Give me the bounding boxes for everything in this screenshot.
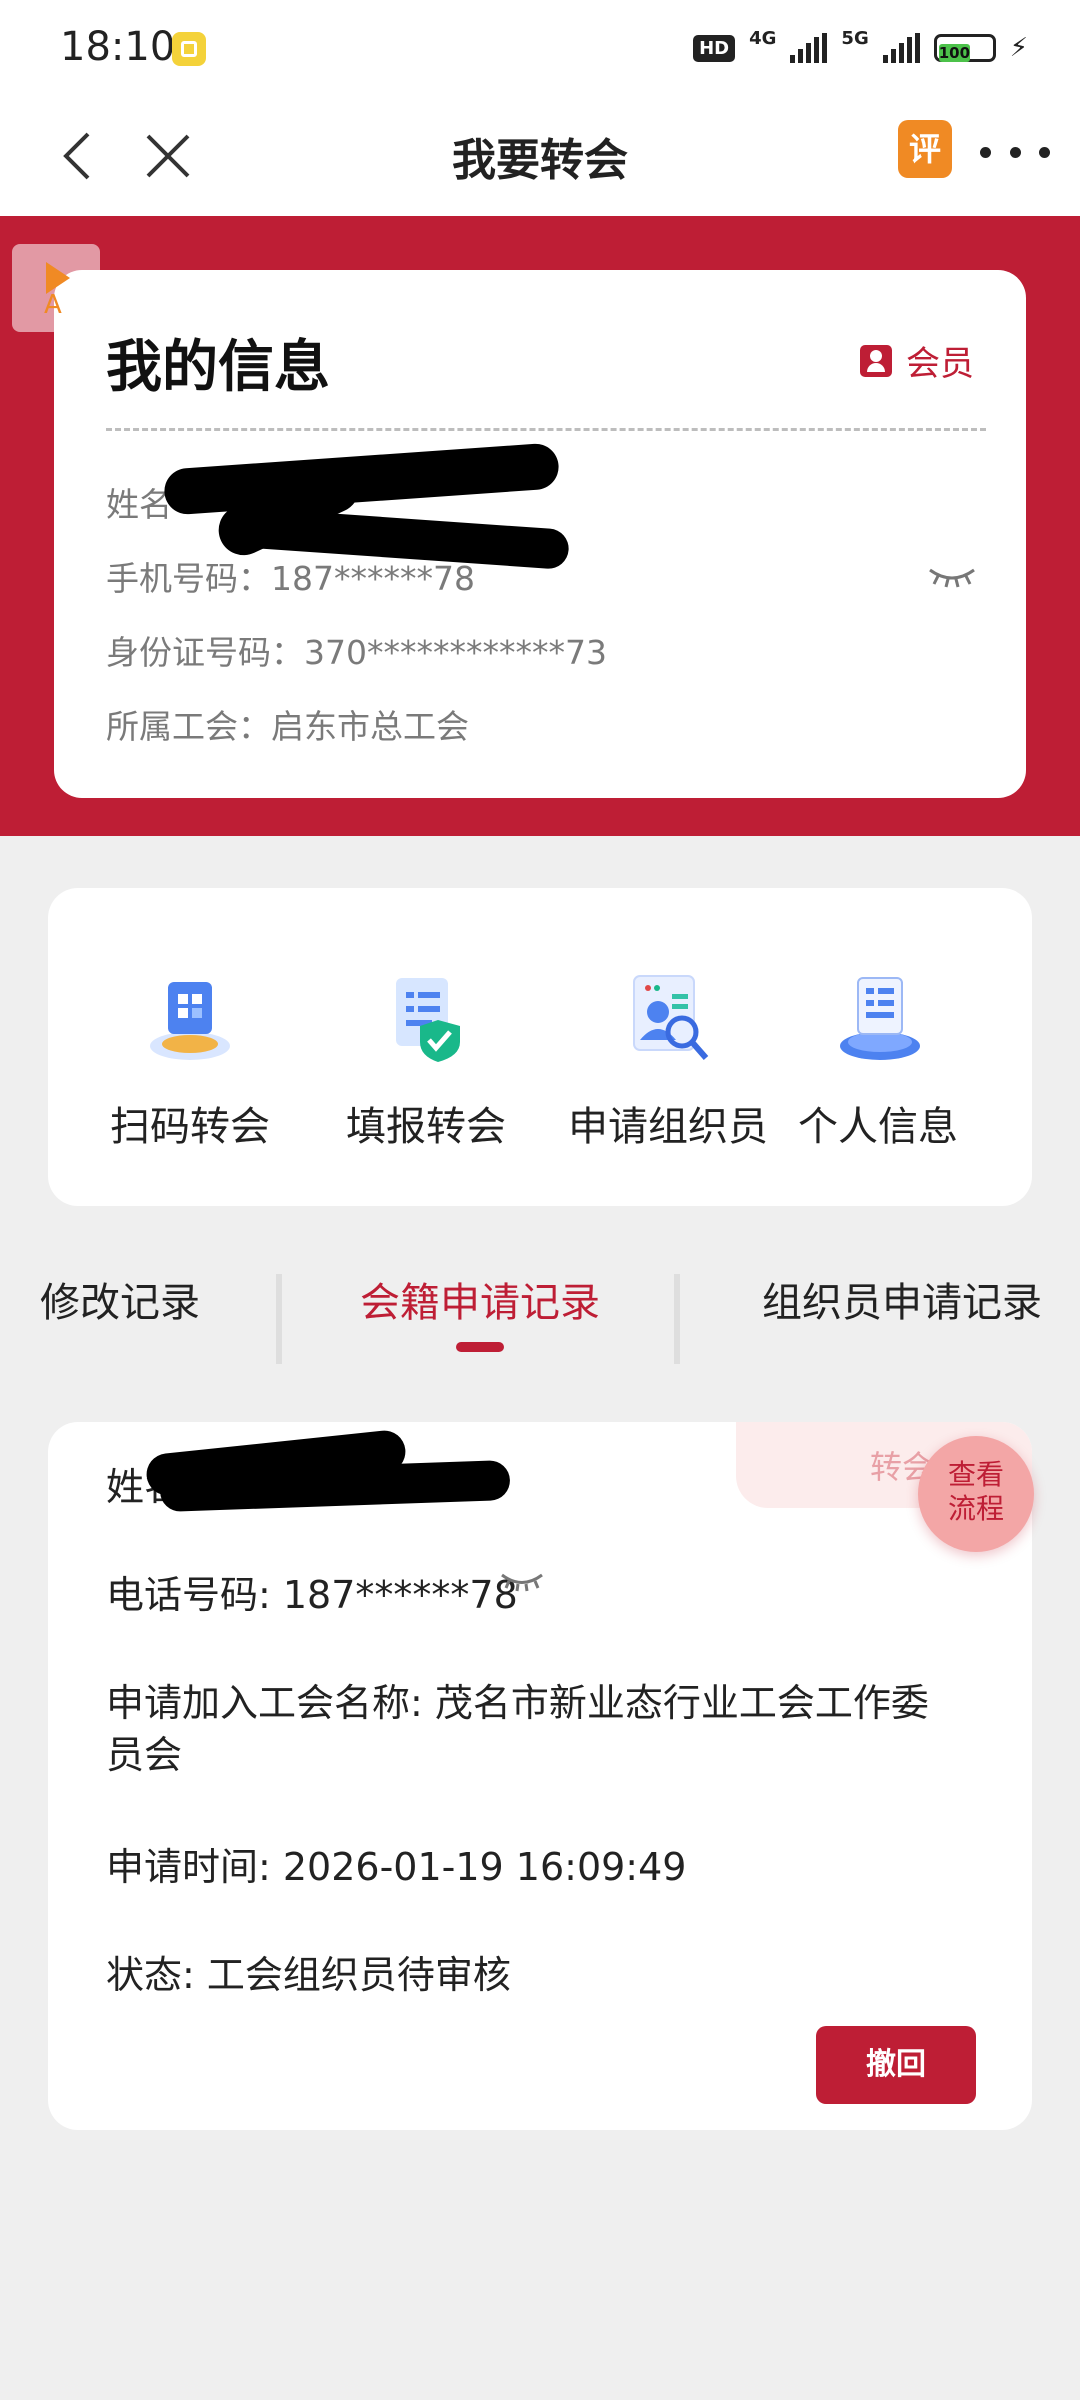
hd-voice-badge: HD [693,34,736,62]
action-personal-info[interactable]: 个人信息 [758,888,998,1206]
apply-organizer-icon [633,975,709,1060]
more-icon[interactable] [980,132,1050,172]
record-apply-time: 申请时间: 2026-01-19 16:09:49 [106,1845,687,1889]
view-flow-button[interactable]: 查看 流程 [918,1436,1034,1552]
revoke-button[interactable]: 撤回 [816,2026,976,2104]
notification-icon [172,32,206,66]
qr-transfer-icon [150,982,230,1060]
action-label: 扫码转会 [110,1104,270,1150]
action-label: 申请组织员 [568,1104,768,1150]
network-type-2: 5G [841,27,869,49]
record-union-name: 申请加入工会名称: 茂名市新业态行业工会工作委 [106,1681,929,1725]
review-icon[interactable]: 评 [898,120,952,178]
assistant-icon: A [44,290,62,320]
battery-level: 100 [938,44,971,62]
action-label: 填报转会 [346,1104,506,1150]
signal-icon-1 [790,33,828,63]
flow-label-2: 流程 [947,1492,1004,1525]
redaction-mark [162,442,561,516]
network-type-1: 4G [749,27,777,49]
tab-organizer-records[interactable]: 组织员申请记录 [762,1270,1042,1328]
action-scan-transfer[interactable]: 扫码转会 [70,888,310,1206]
info-card-title: 我的信息 [106,335,330,400]
status-bar: 18:10 HD 4G 5G 100 ⚡ [0,0,1080,96]
member-badge: 会员 [860,336,974,385]
action-label: 个人信息 [798,1104,958,1150]
floating-assistant-button[interactable]: A [12,244,100,332]
info-id-number: 身份证号码：370************73 [106,633,607,672]
record-card: 转会记 姓名: 电话号码: 187******78 申请加入工会名称: 茂名市新… [48,1422,1032,2130]
tab-divider [674,1274,680,1364]
eye-closed-icon[interactable] [928,564,976,588]
active-tab-indicator [456,1342,504,1352]
member-label: 会员 [906,344,974,384]
divider [106,428,986,431]
member-icon [860,344,892,377]
status-time: 18:10 [60,24,176,70]
record-union-name-cont: 员会 [106,1733,183,1777]
personal-info-icon [840,977,920,1060]
tab-modify-records[interactable]: 修改记录 [40,1270,200,1328]
info-name: 姓名 [106,485,172,524]
my-info-card: 我的信息 会员 姓名 手机号码：187******78 身份证号码：370***… [54,270,1026,798]
tab-divider [276,1274,282,1364]
charging-icon: ⚡ [1009,33,1028,63]
action-grid: 扫码转会 填报转会 申请组织员 个人信息 [48,888,1032,1206]
action-form-transfer[interactable]: 填报转会 [306,888,546,1206]
status-indicators: HD 4G 5G 100 ⚡ [693,28,1028,68]
nav-bar: 我要转会 评 [0,96,1080,216]
signal-icon-2 [882,33,920,63]
battery-icon: 100 [933,34,996,62]
action-apply-organizer[interactable]: 申请组织员 [548,888,788,1206]
info-union: 所属工会：启东市总工会 [106,707,469,746]
record-phone: 电话号码: 187******78 [106,1573,518,1617]
tab-membership-records[interactable]: 会籍申请记录 [360,1270,600,1328]
record-status: 状态: 工会组织员待审核 [106,1953,511,1997]
eye-closed-icon[interactable] [500,1570,544,1592]
form-transfer-icon [396,978,460,1062]
flow-label-1: 查看 [947,1458,1004,1491]
record-tabs: 修改记录 会籍申请记录 组织员申请记录 [0,1260,1080,1364]
